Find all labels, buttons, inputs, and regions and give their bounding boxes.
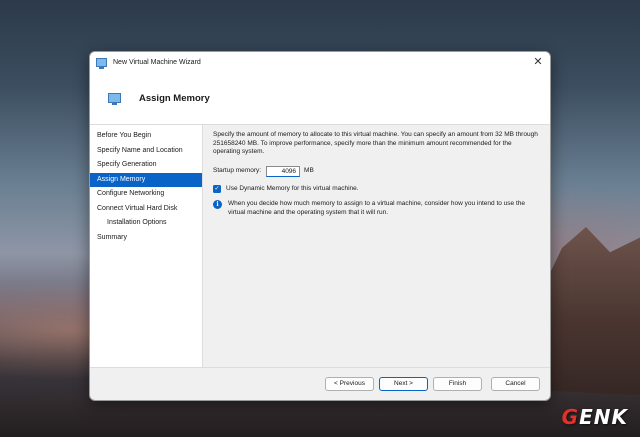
genk-watermark-logo: GENK xyxy=(561,405,628,429)
startup-memory-input[interactable] xyxy=(266,165,301,177)
dynamic-memory-checkbox[interactable]: ✓ xyxy=(213,184,221,193)
nav-item-connect-virtual-hard-disk[interactable]: Connect Virtual Hard Disk xyxy=(90,202,202,217)
nav-item-assign-memory[interactable]: Assign Memory xyxy=(90,172,202,187)
previous-button[interactable]: < Previous xyxy=(325,377,374,391)
close-button[interactable]: ✕ xyxy=(532,56,544,68)
title-bar: New Virtual Machine Wizard ✕ xyxy=(90,52,550,72)
wizard-window: New Virtual Machine Wizard ✕ Assign Memo… xyxy=(89,51,551,401)
memory-info-row: i When you decide how much memory to ass… xyxy=(213,200,540,217)
memory-info-text: When you decide how much memory to assig… xyxy=(228,200,525,216)
memory-description: Specify the amount of memory to allocate… xyxy=(213,131,538,155)
finish-button[interactable]: Finish xyxy=(433,377,482,391)
nav-item-installation-options[interactable]: Installation Options xyxy=(90,216,202,231)
dynamic-memory-label[interactable]: Use Dynamic Memory for this virtual mach… xyxy=(226,185,359,194)
virtual-machine-icon xyxy=(96,57,107,69)
nav-item-specify-name-location[interactable]: Specify Name and Location xyxy=(90,144,202,159)
page-title: Assign Memory xyxy=(139,92,210,104)
nav-item-before-you-begin[interactable]: Before You Begin xyxy=(90,129,202,144)
nav-item-configure-networking[interactable]: Configure Networking xyxy=(90,187,202,202)
startup-memory-row: Startup memory: MB xyxy=(213,165,540,177)
startup-memory-unit: MB xyxy=(304,166,314,174)
page-header: Assign Memory xyxy=(90,72,550,125)
virtual-machine-icon xyxy=(108,93,121,105)
startup-memory-label: Startup memory: xyxy=(213,166,262,174)
window-title: New Virtual Machine Wizard xyxy=(113,58,201,66)
wizard-footer: < Previous Next > Finish Cancel xyxy=(90,367,550,400)
cancel-button[interactable]: Cancel xyxy=(491,377,540,391)
assign-memory-panel: Specify the amount of memory to allocate… xyxy=(203,125,550,367)
info-icon: i xyxy=(213,200,222,209)
dynamic-memory-row: ✓ Use Dynamic Memory for this virtual ma… xyxy=(213,185,540,194)
wizard-body: Before You Begin Specify Name and Locati… xyxy=(90,125,550,367)
nav-item-specify-generation[interactable]: Specify Generation xyxy=(90,158,202,173)
next-button[interactable]: Next > xyxy=(379,377,428,391)
nav-item-summary[interactable]: Summary xyxy=(90,231,202,246)
wizard-steps-nav: Before You Begin Specify Name and Locati… xyxy=(90,125,203,367)
